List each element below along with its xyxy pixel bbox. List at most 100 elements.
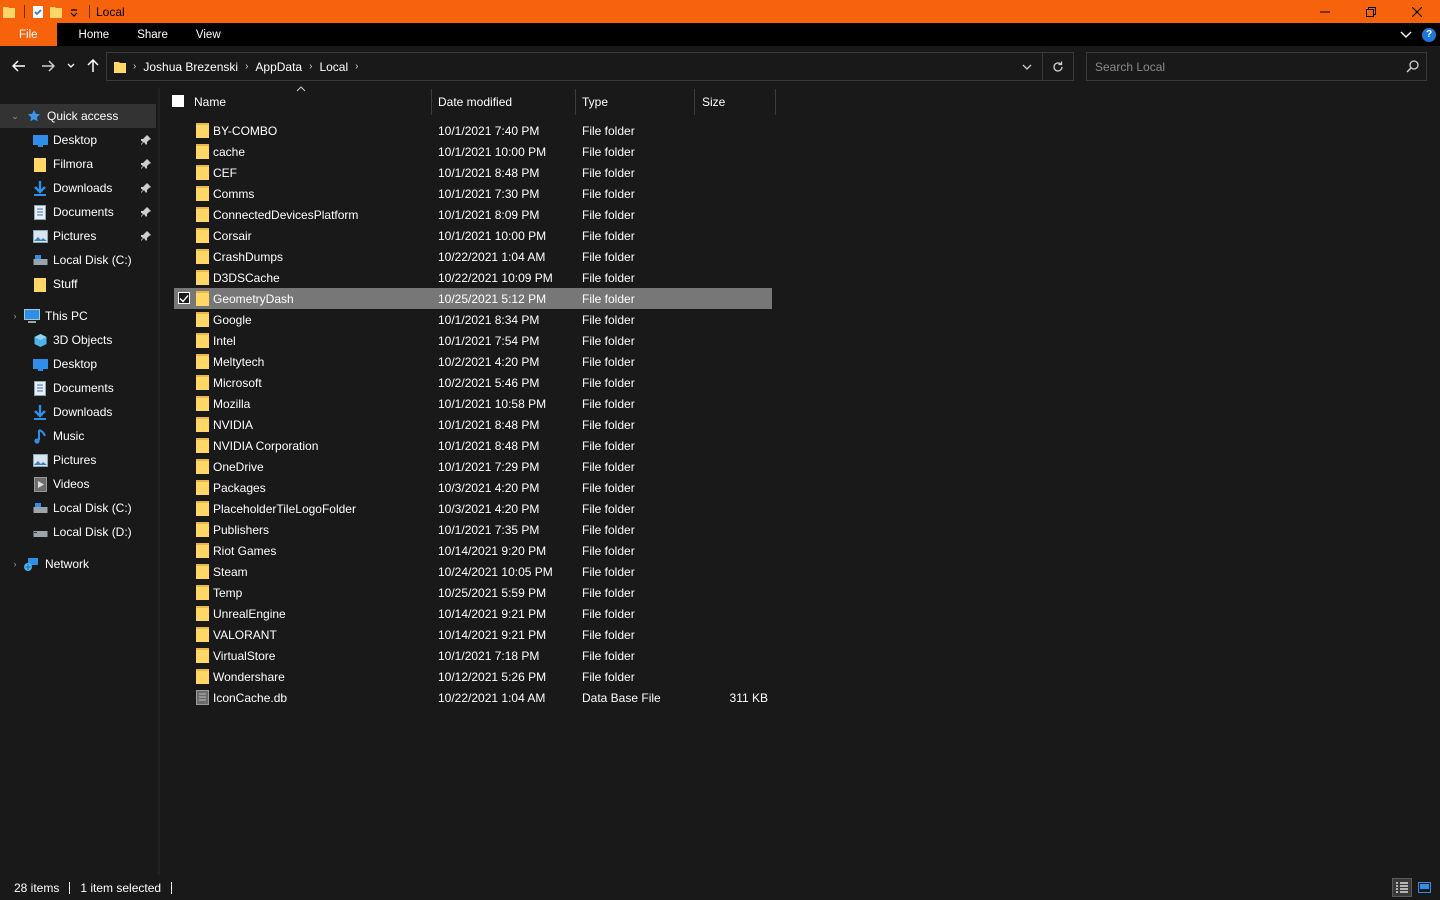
file-row[interactable]: IconCache.db 10/22/2021 1:04 AM Data Base … [174,687,772,708]
sidebar-item-filmora[interactable]: Filmora [0,152,156,176]
file-row[interactable]: Wondershare 10/12/2021 5:26 PM File folder [174,666,772,687]
sidebar-item-downloads[interactable]: Downloads [0,400,156,424]
properties-icon[interactable] [31,5,45,19]
address-bar[interactable]: › Joshua Brezenski › AppData › Local › [106,52,1074,81]
file-row[interactable]: OneDrive 10/1/2021 7:29 PM File folder [174,456,772,477]
column-divider[interactable] [431,89,432,115]
sidebar-item-desktop[interactable]: Desktop [0,128,156,152]
file-row[interactable]: Riot Games 10/14/2021 9:20 PM File folder [174,540,772,561]
ribbon-tabs: File Home Share View ? [0,23,1440,46]
file-row[interactable]: UnrealEngine 10/14/2021 9:21 PM File folde… [174,603,772,624]
pane-splitter[interactable] [158,88,160,875]
sidebar-item-stuff[interactable]: Stuff [0,272,156,296]
sidebar-item-pictures[interactable]: Pictures [0,224,156,248]
file-row[interactable]: VirtualStore 10/1/2021 7:18 PM File folder [174,645,772,666]
recent-locations-button[interactable] [64,55,78,77]
tab-file[interactable]: File [0,23,57,46]
file-row[interactable]: PlaceholderTileLogoFolder 10/3/2021 4:20 … [174,498,772,519]
file-row[interactable]: ConnectedDevicesPlatform 10/1/2021 8:09 P… [174,204,772,225]
file-row[interactable]: GeometryDash 10/25/2021 5:12 PM File folde… [174,288,772,309]
file-row[interactable]: CEF 10/1/2021 8:48 PM File folder [174,162,772,183]
large-icons-view-button[interactable] [1414,878,1434,897]
file-row[interactable]: Mozilla 10/1/2021 10:58 PM File folder [174,393,772,414]
sidebar-item-quick-access[interactable]: ⌄ Quick access [0,104,156,128]
file-row[interactable]: Publishers 10/1/2021 7:35 PM File folder [174,519,772,540]
help-icon[interactable]: ? [1422,27,1436,42]
sidebar-item-documents[interactable]: Documents [0,376,156,400]
file-row[interactable]: Google 10/1/2021 8:34 PM File folder [174,309,772,330]
column-header-size[interactable]: Size [702,88,774,115]
file-row[interactable]: cache 10/1/2021 10:00 PM File folder [174,141,772,162]
column-divider[interactable] [575,89,576,115]
customize-toolbar-icon[interactable] [67,5,81,19]
chevron-right-icon[interactable]: › [10,559,20,569]
column-header-date-modified[interactable]: Date modified [438,88,574,115]
breadcrumb-local[interactable]: Local [319,60,348,74]
forward-button[interactable] [37,55,59,77]
folder-icon [196,375,209,390]
sidebar-item-local-disk-c[interactable]: Local Disk (C:) [0,248,156,272]
folder-icon [196,291,209,306]
drive-icon [32,524,48,540]
sidebar-item-videos[interactable]: Videos [0,472,156,496]
sidebar-item-documents[interactable]: Documents [0,200,156,224]
address-history-button[interactable] [1011,53,1042,80]
sidebar-item-this-pc[interactable]: › This PC [0,304,156,328]
file-row[interactable]: D3DSCache 10/22/2021 10:09 PM File folder [174,267,772,288]
sidebar-item-local-disk-d[interactable]: Local Disk (D:) [0,520,156,544]
minimize-button[interactable] [1302,0,1348,23]
file-row[interactable]: NVIDIA 10/1/2021 8:48 PM File folder [174,414,772,435]
details-view-button[interactable] [1392,878,1412,897]
sidebar-item-local-disk-c[interactable]: Local Disk (C:) [0,496,156,520]
file-row[interactable]: Corsair 10/1/2021 10:00 PM File folder [174,225,772,246]
new-folder-icon[interactable] [49,5,63,19]
pin-icon[interactable] [140,182,152,194]
sidebar-item-pictures[interactable]: Pictures [0,448,156,472]
row-checkbox[interactable] [178,292,190,304]
breadcrumb-separator[interactable]: › [309,61,312,72]
tab-view[interactable]: View [182,23,235,46]
select-all-checkbox[interactable] [172,95,184,107]
column-divider[interactable] [694,89,695,115]
chevron-right-icon[interactable]: › [10,311,20,321]
restore-button[interactable] [1348,0,1394,23]
file-type: File folder [582,166,635,180]
expand-ribbon-icon[interactable] [1400,31,1412,39]
search-input[interactable] [1087,53,1397,80]
file-row[interactable]: Meltytech 10/2/2021 4:20 PM File folder [174,351,772,372]
file-row[interactable]: Steam 10/24/2021 10:05 PM File folder [174,561,772,582]
up-button[interactable] [82,55,104,77]
file-row[interactable]: Intel 10/1/2021 7:54 PM File folder [174,330,772,351]
sidebar-item-3d-objects[interactable]: 3D Objects [0,328,156,352]
sidebar-item-network[interactable]: › Network [0,552,156,576]
file-row[interactable]: Temp 10/25/2021 5:59 PM File folder [174,582,772,603]
refresh-button[interactable] [1042,53,1073,80]
search-icon[interactable] [1406,59,1420,73]
breadcrumb-appdata[interactable]: AppData [255,60,302,74]
file-row[interactable]: Microsoft 10/2/2021 5:46 PM File folder [174,372,772,393]
sidebar-item-desktop[interactable]: Desktop [0,352,156,376]
pin-icon[interactable] [140,158,152,170]
back-button[interactable] [8,55,30,77]
file-row[interactable]: Packages 10/3/2021 4:20 PM File folder [174,477,772,498]
chevron-down-icon[interactable]: ⌄ [10,111,20,121]
column-header-type[interactable]: Type [582,88,692,115]
file-row[interactable]: CrashDumps 10/22/2021 1:04 AM File folder [174,246,772,267]
sidebar-item-downloads[interactable]: Downloads [0,176,156,200]
tab-home[interactable]: Home [57,23,124,46]
file-row[interactable]: VALORANT 10/14/2021 9:21 PM File folder [174,624,772,645]
column-divider[interactable] [775,89,776,115]
file-row[interactable]: BY-COMBO 10/1/2021 7:40 PM File folder [174,120,772,141]
tab-share[interactable]: Share [123,23,182,46]
close-button[interactable] [1394,0,1440,23]
pin-icon[interactable] [140,230,152,242]
breadcrumb-joshua-brezenski[interactable]: Joshua Brezenski [143,60,238,74]
sidebar-item-music[interactable]: Music [0,424,156,448]
breadcrumb-separator[interactable]: › [245,61,248,72]
breadcrumb-separator[interactable]: › [355,61,358,72]
column-header-name[interactable]: Name [194,88,430,115]
pin-icon[interactable] [140,134,152,146]
file-row[interactable]: Comms 10/1/2021 7:30 PM File folder [174,183,772,204]
pin-icon[interactable] [140,206,152,218]
file-row[interactable]: NVIDIA Corporation 10/1/2021 8:48 PM File … [174,435,772,456]
